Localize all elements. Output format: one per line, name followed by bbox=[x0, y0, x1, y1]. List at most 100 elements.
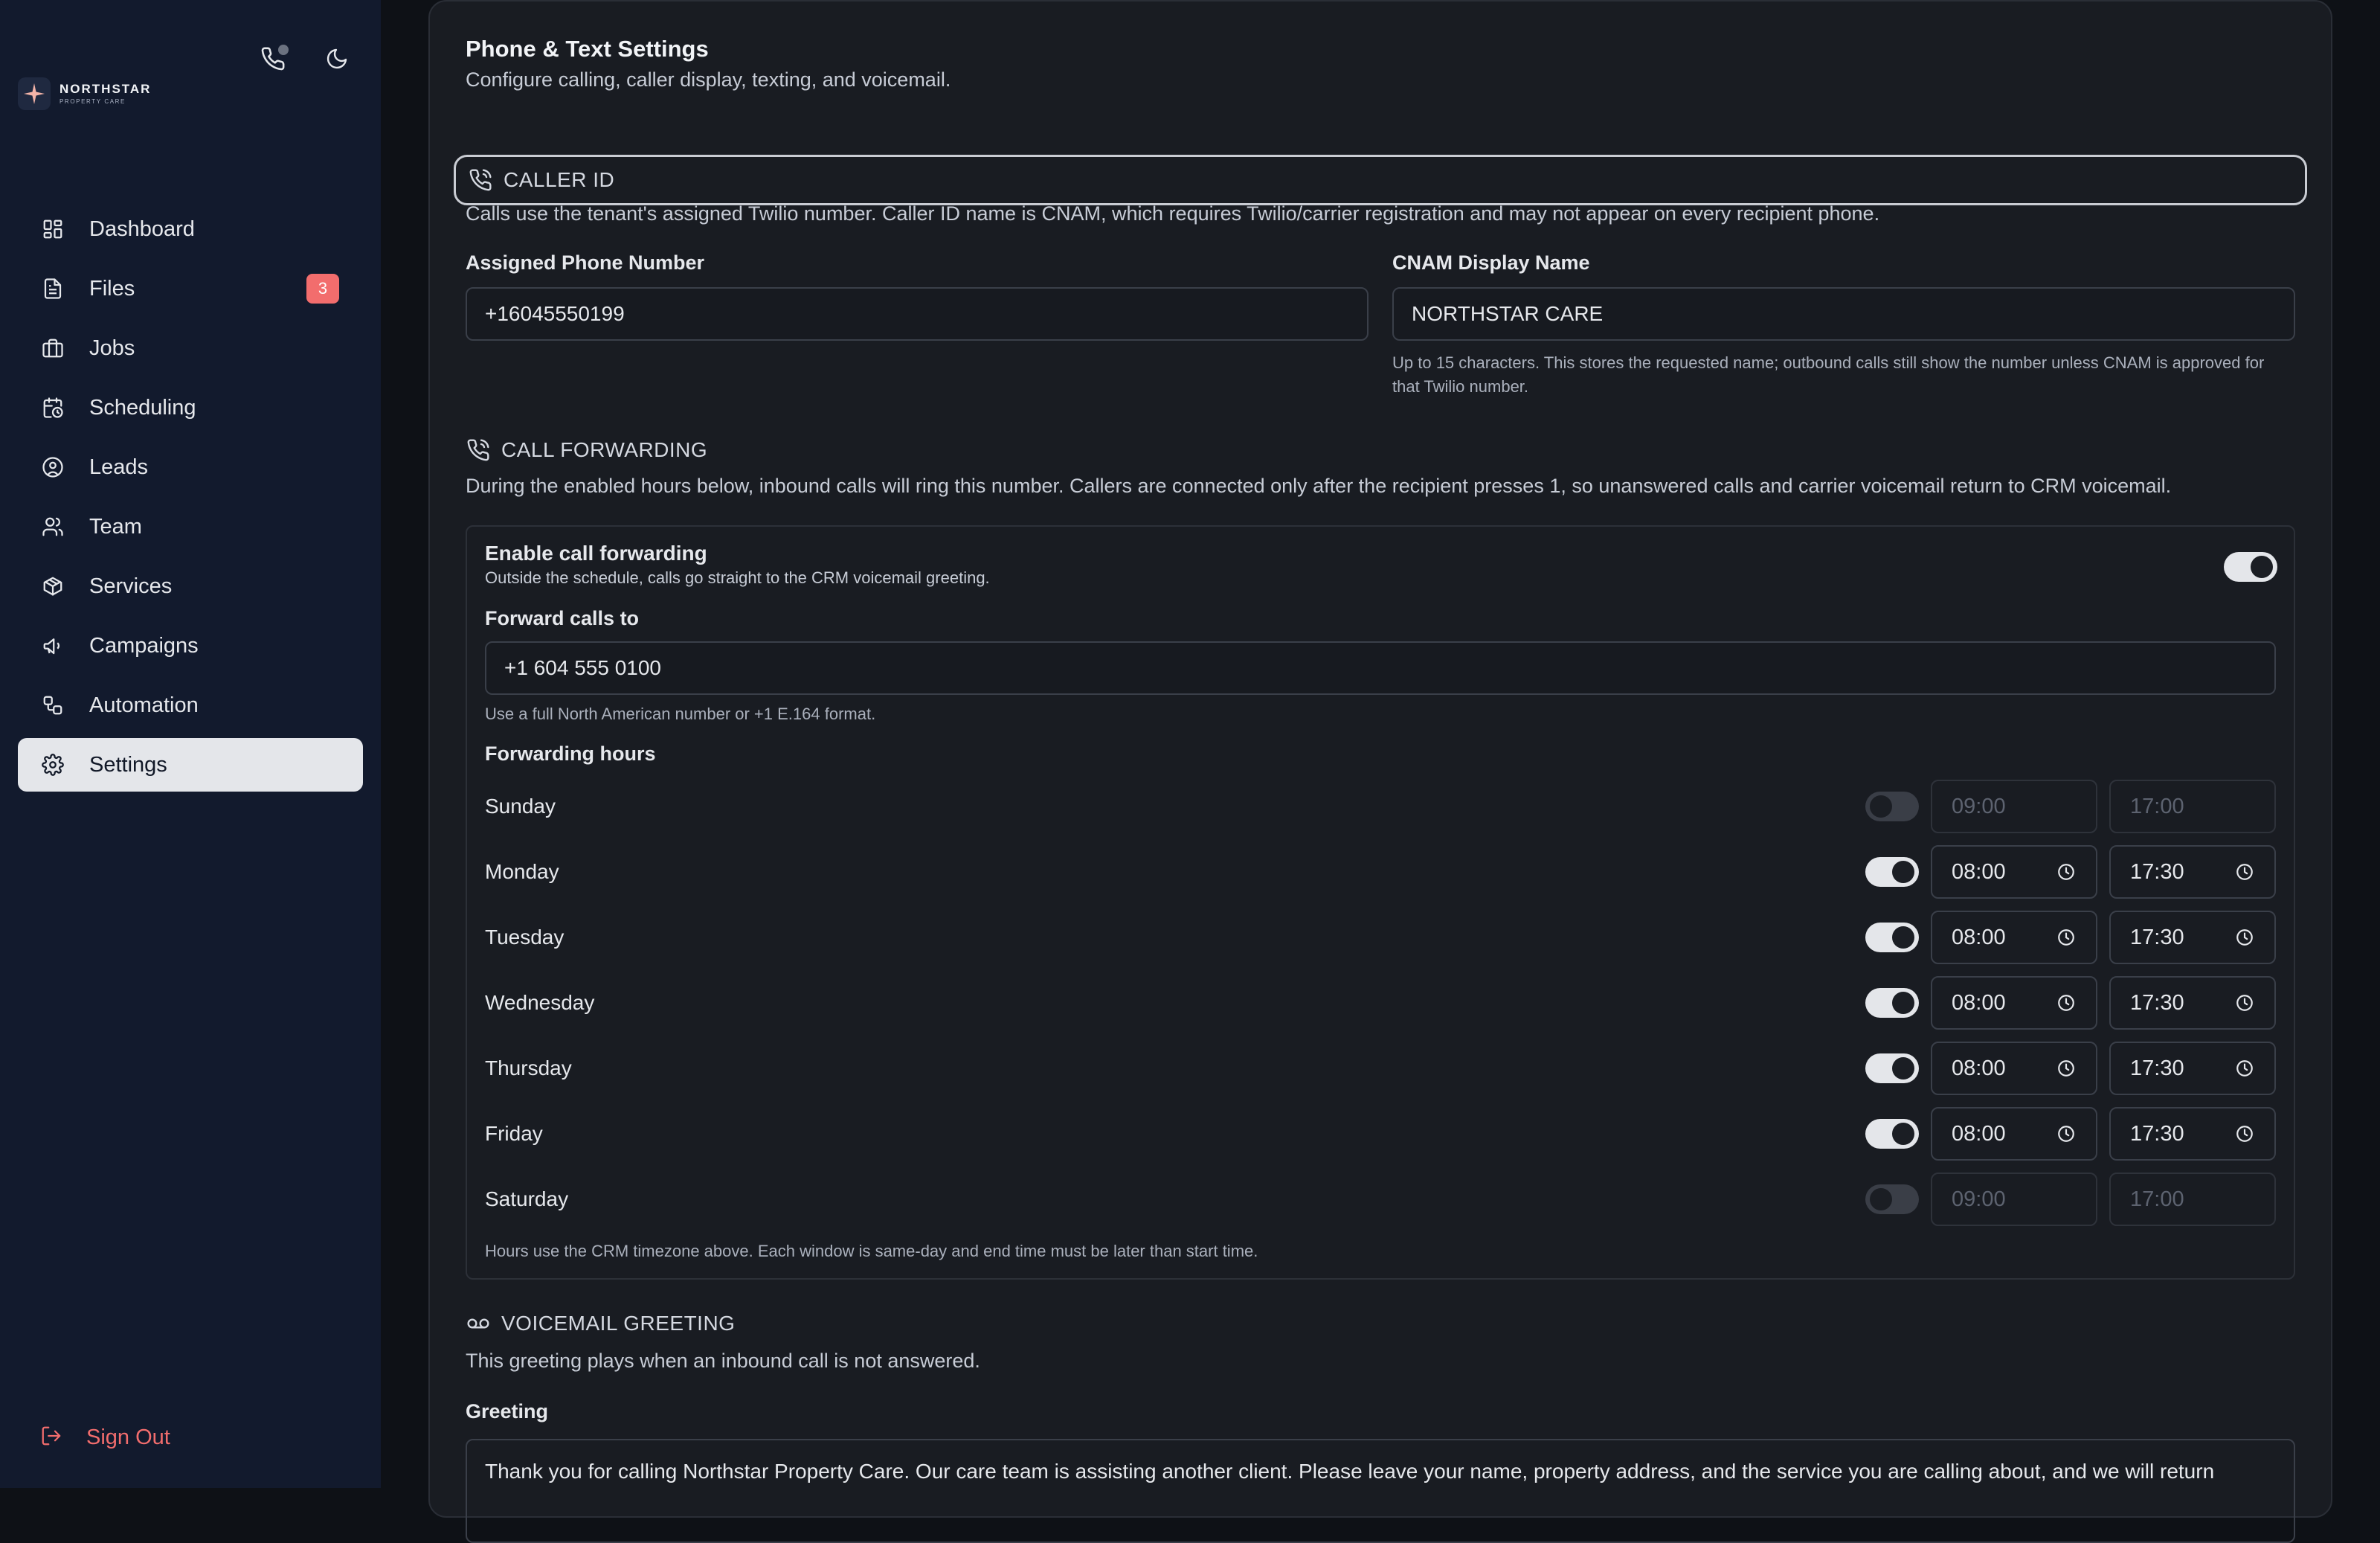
cnam-hint: Up to 15 characters. This stores the req… bbox=[1392, 353, 2265, 396]
day-name: Tuesday bbox=[485, 926, 565, 949]
day-toggle-wednesday[interactable] bbox=[1865, 988, 1919, 1018]
start-time-input[interactable]: 08:00 bbox=[1931, 1042, 2097, 1095]
clock-icon[interactable] bbox=[2234, 862, 2255, 882]
end-time-input[interactable]: 17:30 bbox=[2109, 845, 2276, 899]
cnam-input[interactable]: NORTHSTAR CARE bbox=[1392, 287, 2295, 341]
clock-icon[interactable] bbox=[2056, 1123, 2077, 1144]
brand-subtitle: PROPERTY CARE bbox=[60, 98, 126, 105]
start-time-value: 08:00 bbox=[1952, 1056, 2006, 1080]
voicemail-icon bbox=[466, 1311, 491, 1336]
brand-name: NORTHSTAR bbox=[60, 82, 152, 96]
clock-icon[interactable] bbox=[2234, 927, 2255, 948]
forward-to-hint: Use a full North American number or +1 E… bbox=[485, 705, 876, 723]
day-row-sunday: Sunday 09:00 17:00 bbox=[485, 780, 2276, 833]
enable-forwarding-toggle[interactable] bbox=[2224, 552, 2277, 582]
start-time-input[interactable]: 08:00 bbox=[1931, 976, 2097, 1030]
forward-to-label: Forward calls to bbox=[485, 607, 640, 629]
call-forwarding-card: Enable call forwarding Outside the sched… bbox=[466, 525, 2295, 1280]
start-time-value: 08:00 bbox=[1952, 859, 2006, 884]
brand-logo[interactable]: NORTHSTAR PROPERTY CARE bbox=[18, 77, 151, 110]
theme-toggle-button[interactable] bbox=[321, 45, 353, 76]
clock-icon[interactable] bbox=[2234, 1123, 2255, 1144]
star-logo-icon bbox=[18, 77, 51, 110]
day-row-monday: Monday 08:00 17:30 bbox=[485, 845, 2276, 899]
day-toggle-saturday[interactable] bbox=[1865, 1184, 1919, 1214]
sidebar-item-scheduling[interactable]: Scheduling bbox=[18, 381, 363, 434]
day-name: Thursday bbox=[485, 1056, 572, 1080]
end-time-value: 17:00 bbox=[2130, 1187, 2184, 1211]
start-time-input[interactable]: 08:00 bbox=[1931, 911, 2097, 964]
day-row-wednesday: Wednesday 08:00 17:30 bbox=[485, 976, 2276, 1030]
clock-icon[interactable] bbox=[2056, 992, 2077, 1013]
start-time-input[interactable]: 08:00 bbox=[1931, 1107, 2097, 1161]
call-forwarding-heading: CALL FORWARDING bbox=[501, 438, 708, 461]
end-time-value: 17:30 bbox=[2130, 925, 2184, 949]
workflow-icon bbox=[40, 693, 65, 718]
toggle-knob bbox=[1892, 1123, 1914, 1145]
start-time-input[interactable]: 09:00 bbox=[1931, 780, 2097, 833]
day-toggle-thursday[interactable] bbox=[1865, 1053, 1919, 1083]
sidebar-item-campaigns[interactable]: Campaigns bbox=[18, 619, 363, 673]
sidebar-item-automation[interactable]: Automation bbox=[18, 679, 363, 732]
sidebar-item-leads[interactable]: Leads bbox=[18, 440, 363, 494]
caller-id-description: Calls use the tenant's assigned Twilio n… bbox=[466, 202, 1880, 225]
start-time-input[interactable]: 08:00 bbox=[1931, 845, 2097, 899]
day-toggle-sunday[interactable] bbox=[1865, 792, 1919, 821]
user-circle-icon bbox=[40, 455, 65, 480]
briefcase-icon bbox=[40, 336, 65, 361]
start-time-value: 09:00 bbox=[1952, 794, 2006, 818]
day-row-saturday: Saturday 09:00 17:00 bbox=[485, 1173, 2276, 1226]
sidebar-item-settings[interactable]: Settings bbox=[18, 738, 363, 792]
status-dot bbox=[278, 45, 289, 55]
forward-to-input[interactable]: +1 604 555 0100 bbox=[485, 641, 2276, 695]
toggle-knob bbox=[1892, 861, 1914, 883]
forwarding-hours-hint: Hours use the CRM timezone above. Each w… bbox=[485, 1242, 1258, 1260]
day-toggle-tuesday[interactable] bbox=[1865, 923, 1919, 952]
box-icon bbox=[40, 574, 65, 599]
toggle-knob bbox=[1892, 992, 1914, 1014]
voicemail-description: This greeting plays when an inbound call… bbox=[466, 1350, 980, 1372]
moon-icon bbox=[325, 47, 349, 74]
sidebar-item-label: Files bbox=[89, 276, 135, 301]
toggle-knob bbox=[1870, 795, 1892, 818]
greeting-textarea[interactable]: Thank you for calling Northstar Property… bbox=[466, 1439, 2295, 1543]
end-time-value: 17:00 bbox=[2130, 794, 2184, 818]
sidebar-item-files[interactable]: Files 3 bbox=[18, 262, 363, 315]
end-time-input[interactable]: 17:30 bbox=[2109, 1107, 2276, 1161]
dashboard-icon bbox=[40, 216, 65, 242]
sidebar-item-team[interactable]: Team bbox=[18, 500, 363, 554]
end-time-input[interactable]: 17:30 bbox=[2109, 1042, 2276, 1095]
sidebar-item-jobs[interactable]: Jobs bbox=[18, 321, 363, 375]
day-name: Monday bbox=[485, 860, 559, 883]
day-toggle-monday[interactable] bbox=[1865, 857, 1919, 887]
sign-out-button[interactable]: Sign Out bbox=[18, 1411, 170, 1464]
sidebar-item-services[interactable]: Services bbox=[18, 559, 363, 613]
end-time-input[interactable]: 17:30 bbox=[2109, 976, 2276, 1030]
clock-icon[interactable] bbox=[2234, 1058, 2255, 1079]
call-forwarding-section-header: CALL FORWARDING bbox=[466, 437, 707, 463]
sidebar-item-label: Leads bbox=[89, 455, 149, 479]
end-time-input[interactable]: 17:30 bbox=[2109, 911, 2276, 964]
sidebar: NORTHSTAR PROPERTY CARE Dashboard Files … bbox=[0, 0, 381, 1488]
clock-icon[interactable] bbox=[2234, 992, 2255, 1013]
end-time-input[interactable]: 17:00 bbox=[2109, 780, 2276, 833]
greeting-label: Greeting bbox=[466, 1400, 549, 1422]
caller-id-section-header[interactable]: CALLER ID bbox=[454, 155, 2307, 205]
phone-button[interactable] bbox=[257, 45, 289, 76]
sidebar-item-dashboard[interactable]: Dashboard bbox=[18, 202, 363, 256]
day-row-thursday: Thursday 08:00 17:30 bbox=[485, 1042, 2276, 1095]
assigned-phone-input[interactable]: +16045550199 bbox=[466, 287, 1368, 341]
start-time-input[interactable]: 09:00 bbox=[1931, 1173, 2097, 1226]
end-time-input[interactable]: 17:00 bbox=[2109, 1173, 2276, 1226]
toggle-knob bbox=[2251, 556, 2273, 578]
logout-icon bbox=[40, 1425, 62, 1451]
clock-icon[interactable] bbox=[2056, 1058, 2077, 1079]
voicemail-heading: VOICEMAIL GREETING bbox=[501, 1312, 736, 1335]
cnam-label: CNAM Display Name bbox=[1392, 251, 1590, 274]
megaphone-icon bbox=[40, 633, 65, 658]
sidebar-nav: Dashboard Files 3 Jobs Scheduling Leads … bbox=[18, 202, 363, 798]
clock-icon[interactable] bbox=[2056, 862, 2077, 882]
clock-icon[interactable] bbox=[2056, 927, 2077, 948]
day-toggle-friday[interactable] bbox=[1865, 1119, 1919, 1149]
voicemail-section-header: VOICEMAIL GREETING bbox=[466, 1311, 735, 1336]
